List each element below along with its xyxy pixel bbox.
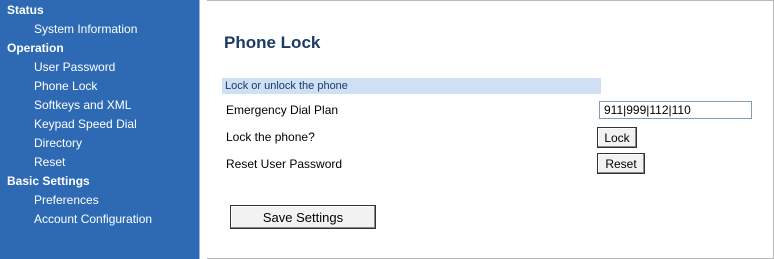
- save-settings-button[interactable]: Save Settings: [230, 205, 376, 229]
- main-content: Phone Lock Lock or unlock the phone Emer…: [212, 0, 774, 259]
- section-banner: Lock or unlock the phone: [222, 78, 601, 94]
- sidebar-item-reset[interactable]: Reset: [0, 152, 199, 171]
- sidebar-item-keypad-speed-dial[interactable]: Keypad Speed Dial: [0, 114, 199, 133]
- lock-button[interactable]: Lock: [597, 127, 637, 148]
- sidebar-item-softkeys-xml[interactable]: Softkeys and XML: [0, 95, 199, 114]
- sidebar-section-basic-settings: Basic Settings: [7, 173, 90, 188]
- sidebar-section-operation: Operation: [7, 40, 64, 55]
- sidebar-item-directory[interactable]: Directory: [0, 133, 199, 152]
- sidebar: Status System Information Operation User…: [0, 0, 199, 259]
- lock-phone-label: Lock the phone?: [226, 130, 315, 144]
- sidebar-item-system-information[interactable]: System Information: [0, 19, 199, 38]
- emergency-dial-plan-input[interactable]: [599, 101, 752, 119]
- reset-button[interactable]: Reset: [597, 153, 645, 174]
- sidebar-item-preferences[interactable]: Preferences: [0, 190, 199, 209]
- emergency-dial-plan-label: Emergency Dial Plan: [226, 103, 339, 117]
- reset-user-password-label: Reset User Password: [226, 157, 343, 171]
- sidebar-item-phone-lock[interactable]: Phone Lock: [0, 76, 199, 95]
- page-title: Phone Lock: [224, 33, 321, 52]
- sidebar-item-user-password[interactable]: User Password: [0, 57, 199, 76]
- sidebar-item-account-configuration[interactable]: Account Configuration: [0, 209, 199, 228]
- sidebar-section-status: Status: [7, 2, 44, 17]
- sidebar-divider: [199, 0, 207, 259]
